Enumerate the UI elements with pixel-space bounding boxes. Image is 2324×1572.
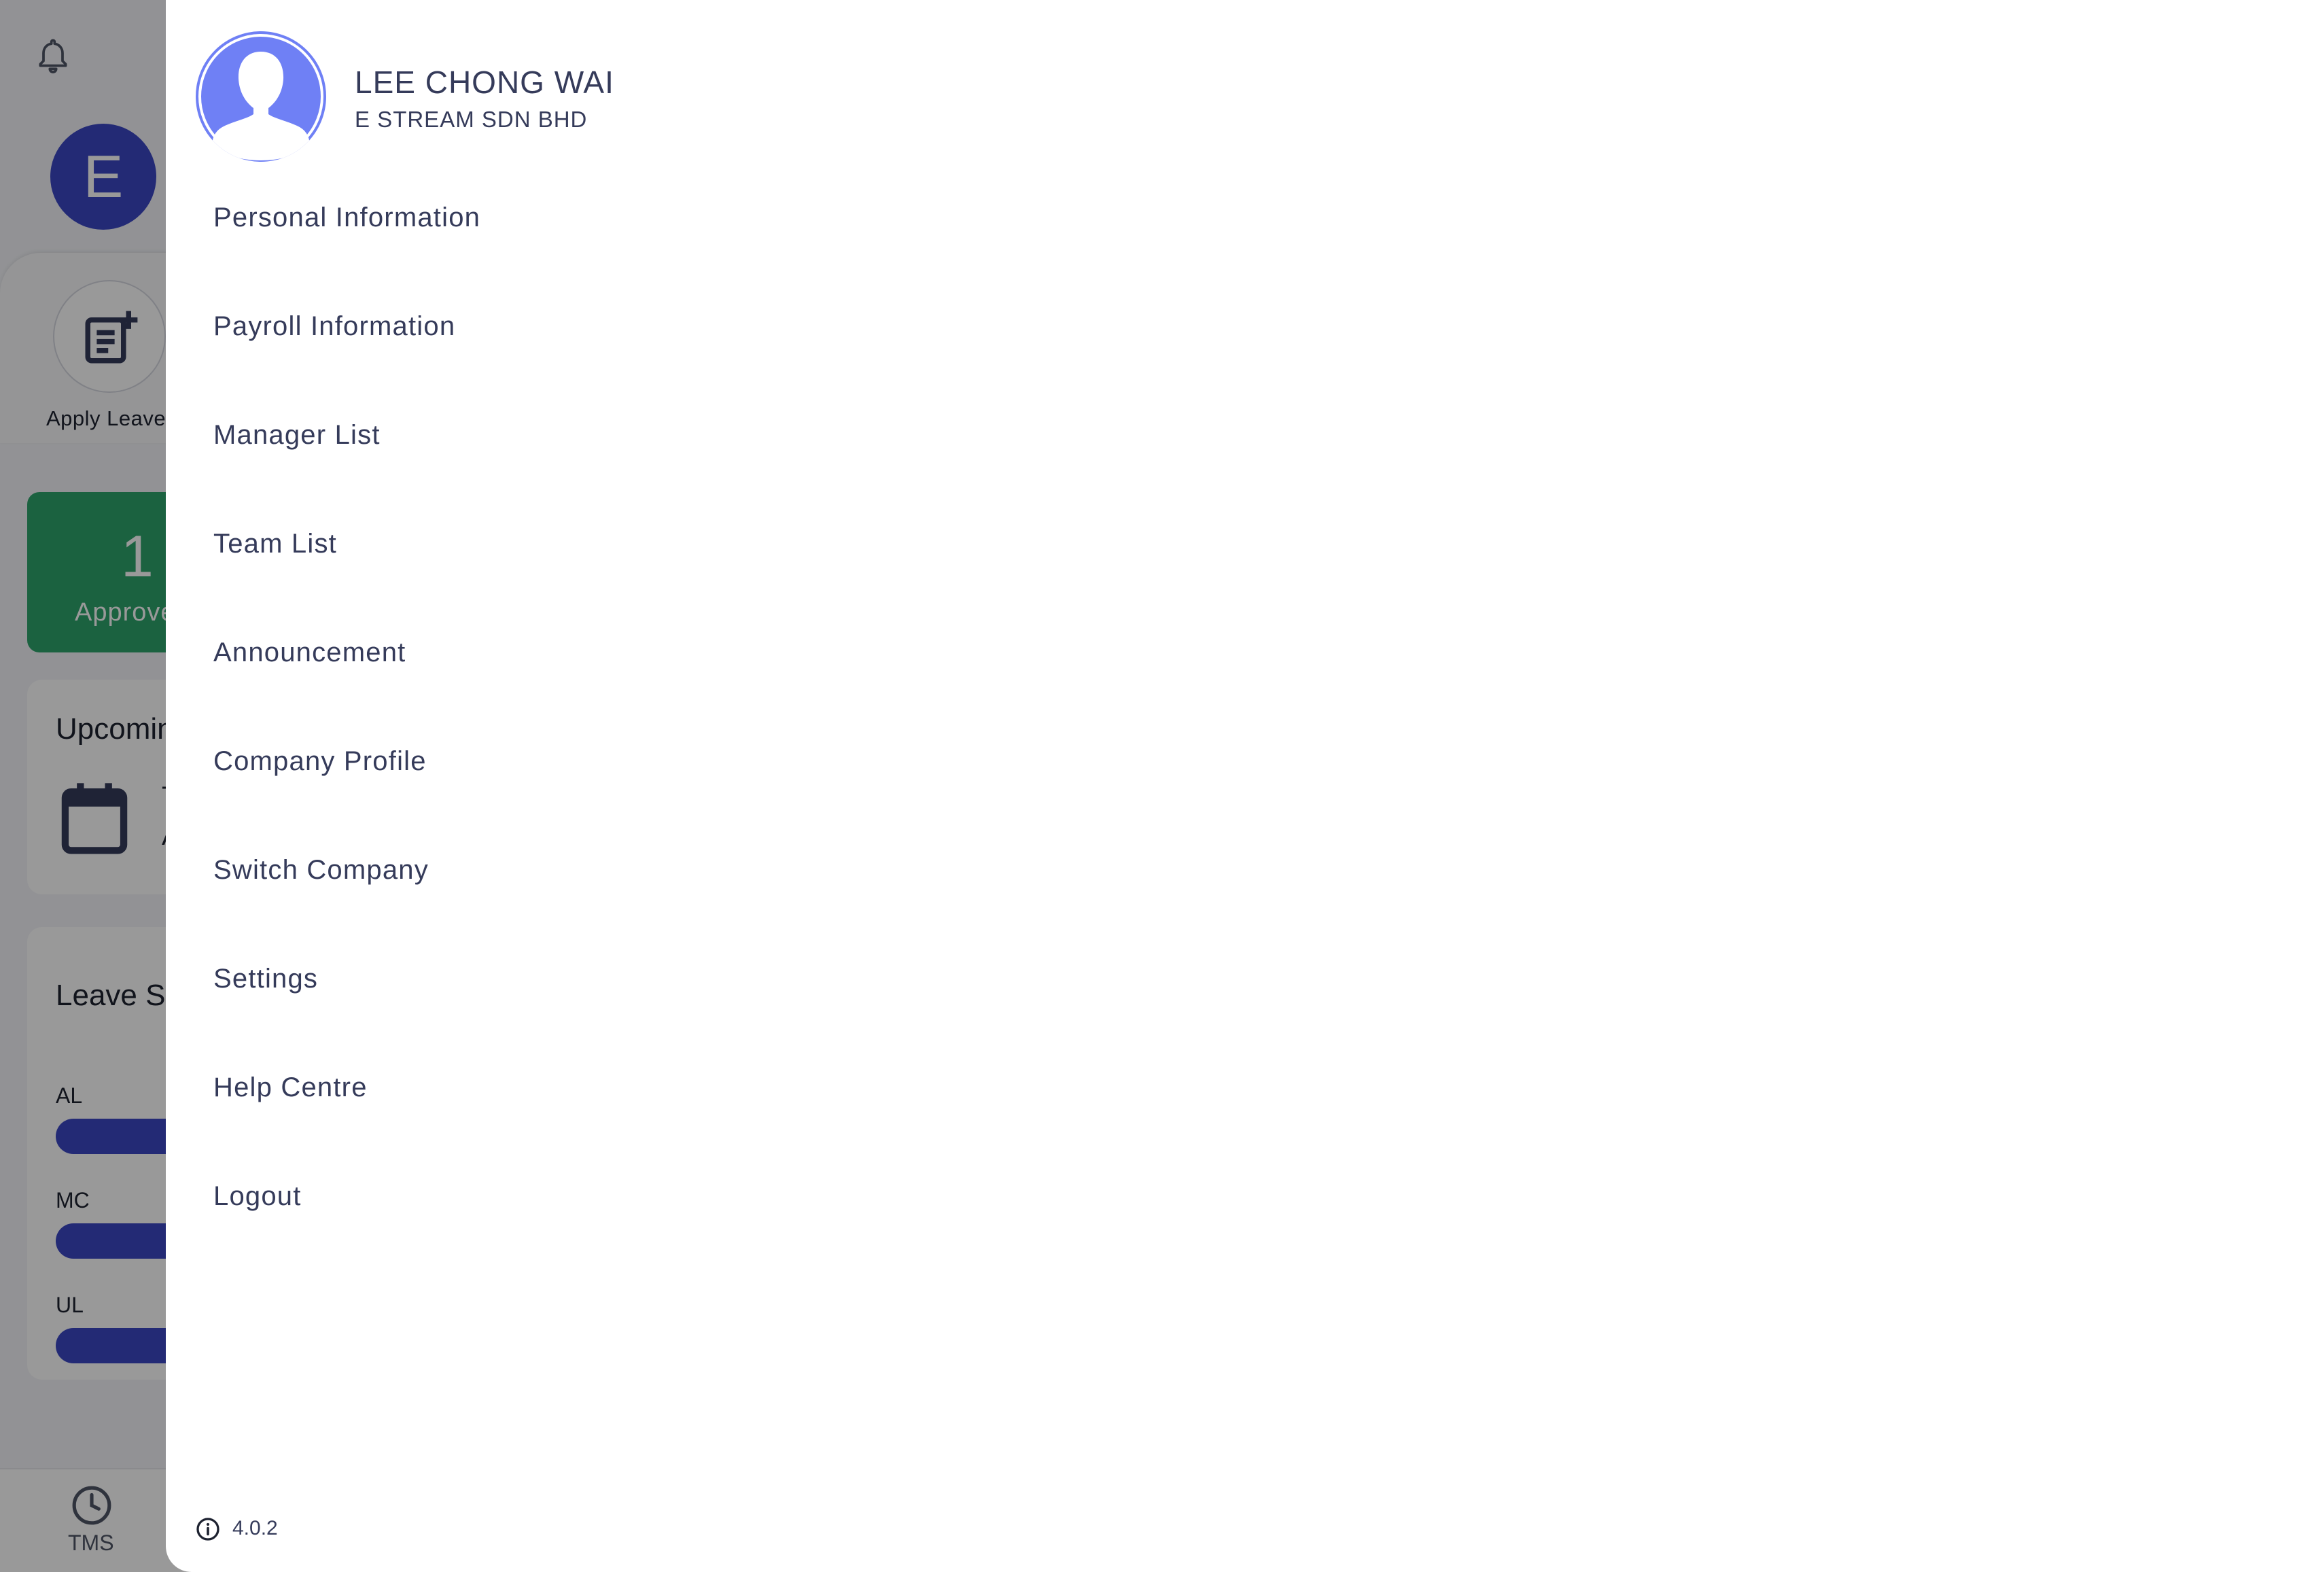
- menu-item-label: Help Centre: [213, 1072, 368, 1102]
- menu-item-announcement[interactable]: Announcement: [193, 621, 805, 689]
- menu-item-label: Switch Company: [213, 855, 429, 885]
- menu-item-label: Manager List: [213, 420, 381, 450]
- menu-item-label: Settings: [213, 964, 319, 994]
- menu-item-switch-company[interactable]: Switch Company: [193, 839, 805, 907]
- profile-company: E STREAM SDN BHD: [355, 107, 588, 132]
- menu-item-manager-list[interactable]: Manager List: [193, 404, 805, 472]
- menu-item-label: Team List: [213, 529, 337, 559]
- profile-avatar[interactable]: [196, 31, 326, 162]
- menu-item-settings[interactable]: Settings: [193, 947, 805, 1015]
- menu-item-label: Company Profile: [213, 746, 427, 776]
- menu-item-company-profile[interactable]: Company Profile: [193, 730, 805, 798]
- menu-item-label: Personal Information: [213, 203, 481, 232]
- menu-item-help-centre[interactable]: Help Centre: [193, 1056, 805, 1124]
- user-silhouette-icon: [198, 34, 323, 160]
- info-icon: [196, 1518, 219, 1541]
- menu-item-personal-information[interactable]: Personal Information: [193, 186, 805, 254]
- menu-item-label: Payroll Information: [213, 311, 456, 341]
- menu-item-label: Logout: [213, 1181, 302, 1211]
- menu-item-payroll-information[interactable]: Payroll Information: [193, 295, 805, 363]
- menu-item-team-list[interactable]: Team List: [193, 512, 805, 580]
- profile-name: LEE CHONG WAI: [355, 65, 614, 100]
- menu-item-logout[interactable]: Logout: [193, 1165, 805, 1233]
- app-version: 4.0.2: [232, 1517, 278, 1539]
- menu-item-label: Announcement: [213, 637, 406, 667]
- app-screen: E Apply Leave 1 Approved Upcoming T A Le…: [0, 0, 2324, 1572]
